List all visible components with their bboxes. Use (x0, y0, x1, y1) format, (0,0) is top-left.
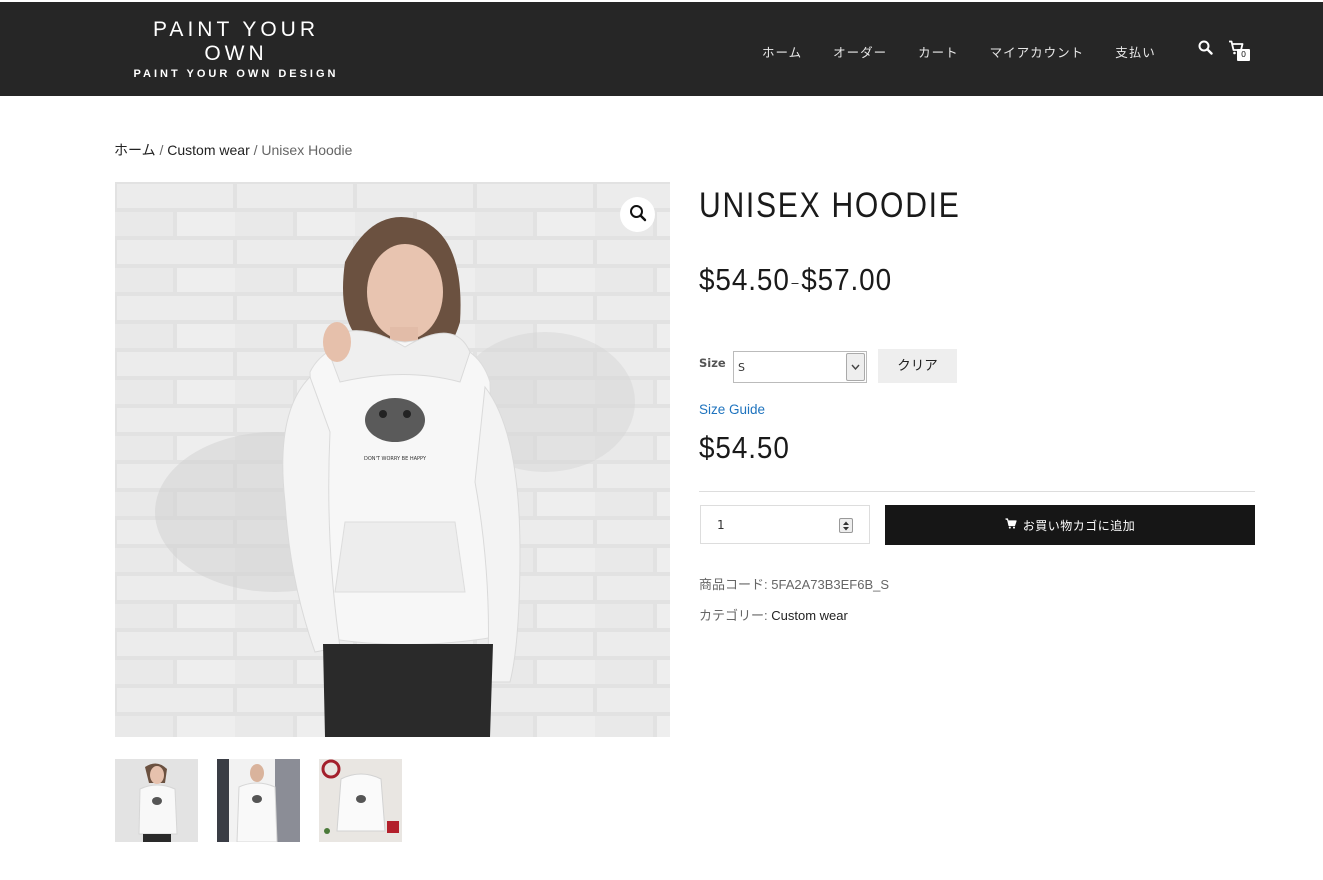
price-min: $54.50 (699, 262, 790, 297)
main-nav: ホーム オーダー カート マイアカウント 支払い (762, 42, 1187, 61)
logo-title: PAINT YOUR OWN (152, 18, 320, 65)
site-header: PAINT YOUR OWN PAINT YOUR OWN DESIGN ホーム… (0, 0, 1323, 96)
sku-label: 商品コード: (699, 577, 768, 592)
breadcrumb-category[interactable]: Custom wear (167, 142, 249, 158)
breadcrumb-home[interactable]: ホーム (114, 142, 156, 158)
thumbnail-2[interactable] (217, 759, 300, 842)
nav-item-payment[interactable]: 支払い (1115, 42, 1156, 61)
magnifier-icon (629, 204, 647, 226)
category-link[interactable]: Custom wear (771, 608, 848, 623)
nav-item-home[interactable]: ホーム (762, 42, 802, 61)
add-to-cart-label: お買い物カゴに追加 (1022, 518, 1136, 533)
sku-row: 商品コード: 5FA2A73B3EF6B_S (699, 574, 889, 593)
breadcrumb: ホーム / Custom wear / Unisex Hoodie (114, 140, 352, 160)
breadcrumb-current: Unisex Hoodie (261, 142, 353, 158)
product-main-image[interactable]: DON'T WORRY BE HAPPY (115, 182, 670, 737)
thumbnail-1[interactable] (115, 759, 198, 842)
category-label: カテゴリー: (699, 608, 768, 623)
quantity-value: 1 (717, 518, 725, 532)
quantity-stepper[interactable]: 1 (700, 505, 870, 544)
logo-subtitle: PAINT YOUR OWN DESIGN (133, 68, 339, 80)
add-to-cart-button[interactable]: お買い物カゴに追加 (885, 505, 1255, 545)
cart-count-badge: 0 (1237, 49, 1250, 61)
divider (699, 491, 1255, 492)
cart-icon (1005, 518, 1017, 532)
chevron-down-icon (846, 353, 865, 381)
price-max: $57.00 (801, 262, 893, 297)
nav-item-order[interactable]: オーダー (833, 42, 887, 61)
size-label: Size (699, 356, 726, 370)
price-range: $54.50 –$57.00 (699, 262, 892, 298)
breadcrumb-separator: / (253, 142, 258, 158)
size-select[interactable]: S (733, 351, 867, 383)
size-guide-link[interactable]: Size Guide (699, 402, 765, 417)
product-title: UNISEX HOODIE (699, 186, 961, 225)
zoom-button[interactable] (620, 197, 655, 232)
breadcrumb-separator: / (159, 142, 164, 158)
site-logo[interactable]: PAINT YOUR OWN PAINT YOUR OWN DESIGN (128, 18, 344, 80)
clear-button[interactable]: クリア (878, 349, 957, 383)
nav-item-my-account[interactable]: マイアカウント (990, 42, 1085, 61)
thumbnail-3[interactable] (319, 759, 402, 842)
variation-price: $54.50 (699, 430, 790, 465)
search-icon[interactable] (1198, 40, 1213, 59)
price-separator: – (791, 273, 800, 290)
category-row: カテゴリー: Custom wear (699, 605, 848, 624)
print-slogan: DON'T WORRY BE HAPPY (364, 456, 427, 462)
spinner-arrows-icon[interactable] (839, 518, 853, 533)
nav-item-cart[interactable]: カート (918, 42, 959, 61)
size-select-value: S (738, 361, 745, 374)
sku-value: 5FA2A73B3EF6B_S (771, 577, 890, 592)
